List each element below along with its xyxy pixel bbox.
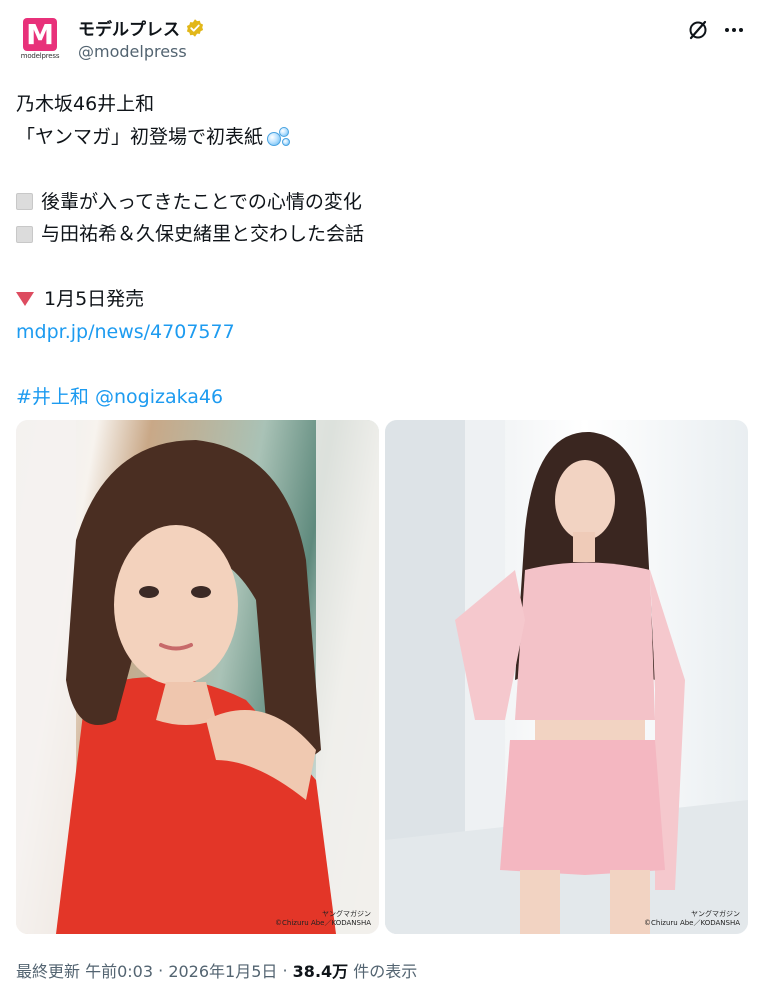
news-link[interactable]: mdpr.jp/news/4707577 <box>16 316 235 349</box>
post-bullet-2: 与田祐希＆久保史緒里と交わした会話 <box>16 218 746 251</box>
photo-1-credit: ヤングマガジン ©Chizuru Abe／KODANSHA <box>275 910 371 927</box>
display-name[interactable]: モデルプレス <box>78 15 180 40</box>
post-line-subtitle: 「ヤンマガ」初登場で初表紙 <box>16 121 746 154</box>
post-date[interactable]: 2026年1月5日 <box>168 958 277 982</box>
post-footer: 最終更新 午前0:03 · 2026年1月5日 · 38.4万 件の表示 <box>16 958 417 982</box>
more-options-icon[interactable] <box>722 18 746 42</box>
photo-1-illustration <box>16 420 379 934</box>
modelpress-logo: M <box>23 18 57 51</box>
media-grid: ヤングマガジン ©Chizuru Abe／KODANSHA ヤングマガジン ©C… <box>16 420 748 934</box>
post-subtitle-text: 「ヤンマガ」初登場で初表紙 <box>16 125 264 148</box>
post-bullet-1: 後輩が入ってきたことでの心情の変化 <box>16 186 746 219</box>
post-release-line: 1月5日発売 <box>16 283 746 316</box>
logo-letter: M <box>26 17 54 51</box>
grok-icon[interactable] <box>686 18 710 42</box>
avatar[interactable]: M modelpress <box>18 16 62 60</box>
views-count[interactable]: 38.4万 <box>293 958 348 982</box>
photo-2-illustration <box>385 420 748 934</box>
red-triangle-down-icon <box>16 292 34 307</box>
post-link-line: mdpr.jp/news/4707577 <box>16 316 746 349</box>
views-label: 件の表示 <box>353 962 418 981</box>
photo-1[interactable]: ヤングマガジン ©Chizuru Abe／KODANSHA <box>16 420 379 934</box>
gold-verified-icon[interactable] <box>185 18 205 38</box>
post-text: 乃木坂46井上和 「ヤンマガ」初登場で初表紙 後輩が入ってきたことでの心情の変化… <box>16 88 746 413</box>
post-time[interactable]: 午前0:03 <box>85 958 153 982</box>
bullet-1-text: 後輩が入ってきたことでの心情の変化 <box>41 190 362 213</box>
bullet-2-text: 与田祐希＆久保史緒里と交わした会話 <box>41 223 365 245</box>
hashtag-link[interactable]: #井上和 <box>16 381 89 414</box>
author-name-row: モデルプレス <box>78 15 205 40</box>
post-line-title: 乃木坂46井上和 <box>16 93 155 115</box>
photo-2-credit: ヤングマガジン ©Chizuru Abe／KODANSHA <box>644 910 740 927</box>
photo-2[interactable]: ヤングマガジン ©Chizuru Abe／KODANSHA <box>385 420 748 934</box>
logo-wordmark: modelpress <box>20 52 60 60</box>
post-header: M modelpress モデルプレス @modelpress <box>16 12 754 68</box>
release-date-text: 1月5日発売 <box>44 288 145 310</box>
white-square-icon <box>16 193 33 211</box>
post-tags-line: #井上和 @nogizaka46 <box>16 381 746 414</box>
updated-label: 最終更新 <box>16 962 81 981</box>
white-square-icon <box>16 225 33 243</box>
mention-link[interactable]: @nogizaka46 <box>95 381 223 414</box>
separator-dot: · <box>277 960 293 980</box>
author-handle[interactable]: @modelpress <box>78 42 187 61</box>
bubbles-icon <box>265 125 293 149</box>
separator-dot: · <box>153 960 169 980</box>
